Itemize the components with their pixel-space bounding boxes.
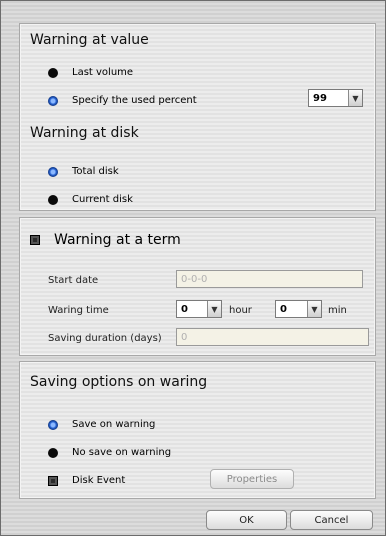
min-select-value: 0 xyxy=(280,304,287,315)
radio-total-disk-label: Total disk xyxy=(72,166,119,177)
percent-select[interactable]: 99 ▼ xyxy=(308,89,363,107)
radio-last-volume[interactable]: Last volume xyxy=(48,67,133,78)
value-disk-group: Warning at value Last volume Specify the… xyxy=(19,23,376,211)
radio-last-volume-label: Last volume xyxy=(72,67,134,78)
radio-save-on-warning[interactable]: Save on warning xyxy=(48,419,155,430)
saving-duration-field[interactable]: 0 xyxy=(176,328,369,346)
waring-time-label: Waring time xyxy=(48,305,109,316)
warning-at-term-title: Warning at a term xyxy=(54,232,181,248)
start-date-field[interactable]: 0-0-0 xyxy=(176,270,363,288)
radio-button-icon xyxy=(48,67,58,78)
radio-no-save-label: No save on warning xyxy=(72,447,172,458)
hour-unit-label: hour xyxy=(229,305,252,316)
radio-button-icon xyxy=(48,447,58,458)
radio-button-selected-icon xyxy=(48,95,58,106)
saving-duration-label: Saving duration (days) xyxy=(48,333,162,344)
warning-settings-dialog: Warning at value Last volume Specify the… xyxy=(0,0,386,536)
radio-current-disk[interactable]: Current disk xyxy=(48,194,133,205)
chevron-down-icon[interactable]: ▼ xyxy=(348,90,362,106)
radio-save-on-warning-label: Save on warning xyxy=(72,419,156,430)
warning-at-disk-title: Warning at disk xyxy=(30,125,139,141)
warning-at-term-checkbox[interactable]: Warning at a term xyxy=(30,232,181,248)
chevron-down-icon[interactable]: ▼ xyxy=(207,301,221,317)
min-select[interactable]: 0 ▼ xyxy=(275,300,322,318)
saving-options-title: Saving options on waring xyxy=(30,374,208,390)
chevron-down-icon[interactable]: ▼ xyxy=(307,301,321,317)
radio-specify-percent-label: Specify the used percent xyxy=(72,95,197,106)
radio-button-icon xyxy=(48,194,58,205)
hour-select-value: 0 xyxy=(181,304,188,315)
term-group: Warning at a term Start date 0-0-0 Warin… xyxy=(19,217,376,356)
warning-at-value-title: Warning at value xyxy=(30,32,149,48)
radio-button-selected-icon xyxy=(48,166,58,177)
radio-button-selected-icon xyxy=(48,419,58,430)
radio-specify-percent[interactable]: Specify the used percent xyxy=(48,95,197,106)
checkbox-icon xyxy=(30,235,40,245)
radio-current-disk-label: Current disk xyxy=(72,194,133,205)
saving-options-group: Saving options on waring Save on warning… xyxy=(19,361,376,499)
start-date-label: Start date xyxy=(48,275,99,286)
cancel-button[interactable]: Cancel xyxy=(290,510,373,530)
min-unit-label: min xyxy=(328,305,347,316)
properties-button[interactable]: Properties xyxy=(210,469,294,489)
ok-button[interactable]: OK xyxy=(206,510,287,530)
radio-total-disk[interactable]: Total disk xyxy=(48,166,119,177)
checkbox-icon xyxy=(48,475,58,486)
radio-no-save-on-warning[interactable]: No save on warning xyxy=(48,447,171,458)
disk-event-checkbox[interactable]: Disk Event xyxy=(48,475,125,486)
percent-select-value: 99 xyxy=(313,93,327,104)
hour-select[interactable]: 0 ▼ xyxy=(176,300,222,318)
disk-event-label: Disk Event xyxy=(72,475,126,486)
